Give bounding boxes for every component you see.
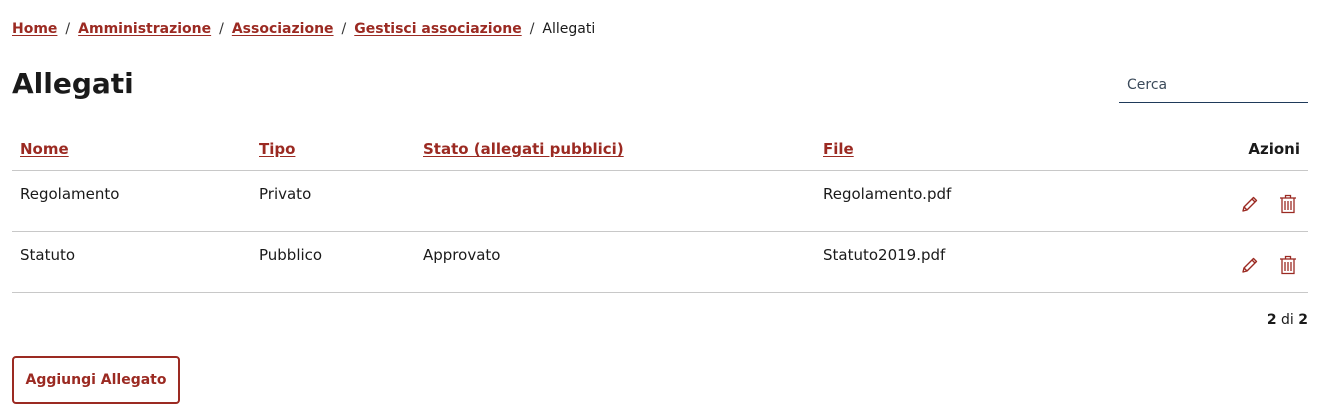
sort-by-stato-link[interactable]: Stato (allegati pubblici) — [423, 140, 624, 158]
cell-stato-text — [423, 171, 807, 185]
column-header-azioni: Azioni — [1195, 128, 1308, 171]
edit-button[interactable] — [1240, 254, 1260, 276]
column-header-tipo: Tipo — [251, 128, 415, 171]
cell-tipo: Pubblico — [251, 231, 415, 293]
breadcrumb-separator: / — [341, 21, 347, 37]
trash-icon — [1280, 255, 1296, 275]
trash-icon — [1280, 194, 1296, 214]
cell-stato: Approvato — [415, 231, 815, 293]
sort-by-file-link[interactable]: File — [823, 140, 854, 158]
breadcrumb: Home / Amministrazione / Associazione / … — [12, 19, 595, 39]
column-header-nome: Nome — [12, 128, 251, 171]
cell-tipo-text: Privato — [259, 185, 312, 203]
pagination-separator: di — [1281, 312, 1294, 328]
table-header-row: Nome Tipo Stato (allegati pubblici) File… — [12, 128, 1308, 171]
column-header-file: File — [815, 128, 1195, 171]
breadcrumb-current: Allegati — [542, 21, 596, 37]
breadcrumb-home-link[interactable]: Home — [12, 19, 57, 39]
pencil-icon — [1242, 257, 1258, 273]
table-row: Regolamento Privato Regolamento.pdf — [12, 170, 1308, 232]
pagination-total: 2 — [1298, 312, 1308, 328]
breadcrumb-separator: / — [65, 21, 71, 37]
table-row: Statuto Pubblico Approvato Statuto2019.p… — [12, 231, 1308, 293]
cell-stato — [415, 170, 815, 232]
pagination-current: 2 — [1266, 312, 1277, 328]
delete-button[interactable] — [1278, 254, 1298, 276]
add-attachment-button[interactable]: Aggiungi Allegato — [12, 356, 180, 404]
pencil-icon — [1242, 196, 1258, 212]
cell-file: Statuto2019.pdf — [815, 231, 1195, 293]
column-header-stato: Stato (allegati pubblici) — [415, 128, 815, 171]
cell-nome-text: Regolamento — [20, 185, 120, 203]
cell-file-text: Statuto2019.pdf — [823, 246, 946, 264]
cell-file: Regolamento.pdf — [815, 170, 1195, 232]
cell-actions — [1195, 231, 1308, 293]
cell-tipo-text: Pubblico — [259, 246, 323, 264]
cell-actions — [1195, 170, 1308, 232]
attachments-table: Nome Tipo Stato (allegati pubblici) File… — [12, 128, 1308, 293]
cell-file-text: Regolamento.pdf — [823, 185, 952, 203]
cell-tipo: Privato — [251, 170, 415, 232]
breadcrumb-administration-link[interactable]: Amministrazione — [78, 19, 211, 39]
cell-nome: Statuto — [12, 231, 251, 293]
sort-by-tipo-link[interactable]: Tipo — [259, 140, 295, 158]
page-title: Allegati — [12, 67, 134, 100]
breadcrumb-separator: / — [529, 21, 535, 37]
cell-nome: Regolamento — [12, 170, 251, 232]
breadcrumb-separator: / — [219, 21, 224, 37]
sort-by-nome-link[interactable]: Nome — [20, 140, 69, 158]
table-header: Nome Tipo Stato (allegati pubblici) File… — [12, 128, 1308, 171]
pagination-info: 2 di 2 — [1267, 312, 1308, 328]
cell-stato-text: Approvato — [423, 246, 501, 264]
delete-button[interactable] — [1278, 193, 1298, 215]
search-box — [1119, 70, 1308, 103]
cell-nome-text: Statuto — [20, 246, 76, 264]
edit-button[interactable] — [1240, 193, 1260, 215]
breadcrumb-association-link[interactable]: Associazione — [232, 19, 334, 39]
breadcrumb-manage-association-link[interactable]: Gestisci associazione — [354, 19, 521, 39]
search-input[interactable] — [1119, 70, 1308, 100]
